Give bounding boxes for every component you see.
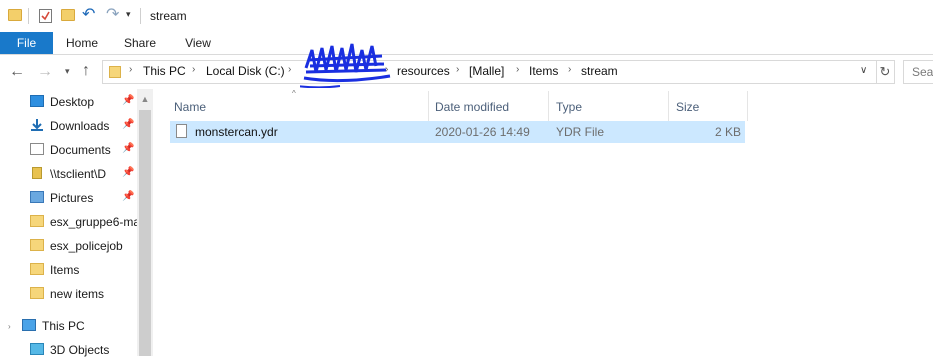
properties-icon[interactable] — [39, 9, 52, 23]
search-placeholder: Sear — [912, 65, 933, 79]
crumb-this-pc[interactable]: This PC — [143, 64, 186, 78]
column-header-size[interactable]: Size — [676, 96, 699, 118]
redaction-scribble — [300, 43, 391, 88]
address-bar[interactable]: › This PC › Local Disk (C:) › › resource… — [102, 60, 877, 84]
address-dropdown-icon[interactable]: ∨ — [860, 65, 867, 76]
pin-icon[interactable]: 📌 — [122, 191, 134, 202]
column-header-type[interactable]: Type — [556, 96, 582, 118]
search-input[interactable]: Sear — [903, 60, 933, 84]
nav-item-tsclient[interactable]: \\tsclient\D 📌 — [0, 162, 137, 186]
chevron-right-icon[interactable]: › — [129, 64, 132, 75]
file-date: 2020-01-26 14:49 — [435, 125, 530, 139]
nav-label: Pictures — [50, 191, 94, 205]
sort-up-icon: ^ — [292, 89, 296, 98]
nav-item-esx-policejob[interactable]: esx_policejob — [0, 234, 137, 258]
scroll-thumb[interactable] — [139, 110, 151, 356]
folder-icon — [30, 263, 44, 275]
file-name: monstercan.ydr — [195, 125, 278, 139]
nav-item-desktop[interactable]: Desktop 📌 — [0, 90, 137, 114]
pin-icon[interactable]: 📌 — [122, 119, 134, 130]
column-header-name[interactable]: Name — [174, 96, 206, 118]
file-size: 2 KB — [714, 125, 741, 139]
nav-label: Desktop — [50, 95, 95, 109]
crumb-stream[interactable]: stream — [581, 64, 618, 78]
nav-item-esx-gruppe6[interactable]: esx_gruppe6-ma — [0, 210, 141, 234]
title-bar: ↶ ↷ ▾ stream — [0, 0, 933, 32]
column-divider[interactable] — [548, 91, 549, 121]
tab-view[interactable]: View — [176, 32, 220, 54]
address-row: ← → ▾ ↑ › This PC › Local Disk (C:) › › … — [0, 55, 933, 89]
computer-icon — [22, 319, 36, 331]
column-divider[interactable] — [428, 91, 429, 121]
column-header-date[interactable]: Date modified — [435, 96, 509, 118]
crumb-items[interactable]: Items — [529, 64, 558, 78]
nav-item-documents[interactable]: Documents 📌 — [0, 138, 137, 162]
chevron-right-icon[interactable]: › — [456, 64, 459, 75]
customize-toolbar-icon[interactable]: ▾ — [126, 9, 131, 20]
nav-label: Downloads — [50, 119, 110, 133]
file-type: YDR File — [556, 125, 605, 139]
refresh-icon[interactable]: ↻ — [876, 60, 895, 84]
undo-icon[interactable]: ↶ — [82, 7, 95, 23]
nav-label: Items — [50, 263, 80, 277]
back-icon[interactable]: ← — [9, 64, 25, 80]
nav-item-downloads[interactable]: Downloads 📌 — [0, 114, 137, 138]
forward-icon[interactable]: → — [37, 64, 53, 80]
nav-label: 3D Objects — [50, 343, 110, 357]
tab-file[interactable]: File — [0, 32, 53, 54]
folder-icon — [30, 215, 44, 227]
file-row[interactable]: monstercan.ydr 2020-01-26 14:49 YDR File… — [170, 121, 745, 143]
chevron-right-icon[interactable]: › — [192, 64, 195, 75]
nav-label: This PC — [42, 319, 85, 333]
separator — [140, 8, 141, 24]
redo-icon[interactable]: ↷ — [106, 7, 119, 23]
separator — [28, 8, 29, 24]
tab-home[interactable]: Home — [60, 32, 104, 54]
folder-icon — [30, 287, 44, 299]
nav-item-items[interactable]: Items — [0, 258, 137, 282]
scroll-up-icon[interactable]: ▲ — [137, 92, 153, 106]
folder-icon — [30, 239, 44, 251]
folder-icon — [8, 9, 22, 21]
up-icon[interactable]: ↑ — [82, 63, 90, 79]
crumb-resources[interactable]: resources — [397, 64, 450, 78]
downloads-icon — [30, 119, 44, 131]
nav-label: Documents — [50, 143, 111, 157]
crumb-malle[interactable]: [Malle] — [469, 64, 504, 78]
3d-objects-icon — [30, 343, 44, 355]
recent-locations-icon[interactable]: ▾ — [65, 66, 70, 77]
pin-icon[interactable]: 📌 — [122, 95, 134, 106]
pictures-icon — [30, 191, 44, 203]
pin-icon[interactable]: 📌 — [122, 143, 134, 154]
new-folder-icon[interactable] — [61, 9, 75, 21]
folder-icon — [109, 66, 121, 78]
nav-item-new-items[interactable]: new items — [0, 282, 137, 306]
window-title: stream — [150, 9, 187, 23]
desktop-icon — [30, 95, 44, 107]
file-icon — [176, 124, 187, 138]
documents-icon — [30, 143, 44, 155]
nav-item-this-pc[interactable]: This PC — [0, 314, 137, 338]
tab-share[interactable]: Share — [118, 32, 162, 54]
chevron-right-icon[interactable]: › — [288, 64, 291, 75]
nav-label: \\tsclient\D — [50, 167, 107, 181]
chevron-right-icon[interactable]: › — [568, 64, 571, 75]
column-divider[interactable] — [747, 91, 748, 121]
crumb-local-disk[interactable]: Local Disk (C:) — [206, 64, 285, 78]
network-drive-icon — [32, 167, 42, 179]
nav-item-pictures[interactable]: Pictures 📌 — [0, 186, 137, 210]
nav-label: new items — [50, 287, 105, 301]
nav-label: esx_gruppe6-ma — [50, 215, 141, 229]
pin-icon[interactable]: 📌 — [122, 167, 134, 178]
chevron-right-icon[interactable]: › — [516, 64, 519, 75]
column-divider[interactable] — [668, 91, 669, 121]
ribbon-tabs: File Home Share View — [0, 32, 933, 55]
nav-label: esx_policejob — [50, 239, 123, 253]
nav-item-3d-objects[interactable]: 3D Objects — [0, 338, 137, 362]
